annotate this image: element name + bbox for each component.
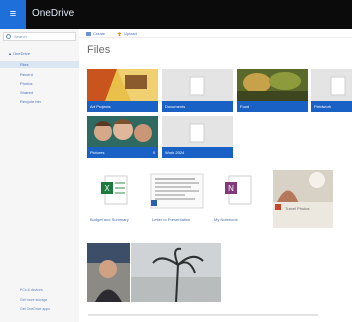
folder-name: Art Projects	[90, 104, 111, 109]
folder-name: Food	[240, 104, 250, 109]
folder-tile[interactable]: Food	[237, 69, 308, 112]
upload-button[interactable]: Upload	[117, 31, 137, 36]
file-name: Travel Photos	[285, 206, 310, 211]
sidebar-item-label: Recent	[20, 72, 33, 77]
folder-tile[interactable]: Art Projects	[87, 69, 158, 112]
sidebar-item-recycle-bin[interactable]: Recycle bin	[0, 98, 79, 105]
pcs-devices-link[interactable]: PCs & devices	[20, 288, 43, 292]
upload-icon	[117, 31, 122, 36]
file-name: Budget and Summary	[90, 217, 129, 222]
create-button[interactable]: Create	[86, 31, 105, 36]
photo-thumbnail	[131, 243, 221, 302]
sidebar-item-label: Files	[20, 62, 29, 67]
sidebar-item-photos[interactable]: Photos	[0, 80, 79, 87]
folder-tile[interactable]: Pictures 9	[87, 116, 158, 158]
folder-name: Documents	[165, 104, 186, 109]
upload-label: Upload	[124, 31, 137, 36]
get-apps-link[interactable]: Get OneDrive apps	[20, 307, 50, 311]
sidebar-item-label: Recycle bin	[20, 99, 41, 104]
file-tile[interactable]: N My Notebook	[211, 170, 271, 228]
footer-divider	[88, 314, 318, 316]
photo-tile[interactable]	[131, 243, 221, 302]
search-placeholder: Search	[14, 34, 27, 39]
folder-name: Pictures	[90, 150, 105, 155]
svg-text:X: X	[104, 184, 110, 193]
get-storage-link[interactable]: Get more storage	[20, 298, 47, 302]
app-title[interactable]: OneDrive	[32, 8, 74, 19]
folder-tile[interactable]: Fieldwork	[311, 69, 352, 112]
folder-tile[interactable]: Work 2024	[162, 116, 233, 158]
page-title: Files	[87, 44, 111, 56]
sidebar-item-shared[interactable]: Shared	[0, 89, 79, 96]
sidebar-item-label: Photos	[20, 81, 33, 86]
photo-thumbnail	[87, 243, 130, 302]
app-launcher-button[interactable]: ≡	[0, 0, 26, 29]
sidebar-item-label: Shared	[20, 90, 33, 95]
sidebar-item-label: ▲ OneDrive	[8, 51, 30, 56]
powerpoint-thumbnail	[273, 170, 333, 228]
waffle-icon: ≡	[9, 8, 17, 20]
plus-icon	[86, 31, 91, 36]
sidebar-item-files[interactable]: Files	[0, 61, 79, 68]
file-name: My Notebook	[214, 217, 238, 222]
folder-tile[interactable]: Documents	[162, 69, 233, 112]
svg-text:N: N	[228, 184, 234, 193]
search-icon	[6, 34, 11, 39]
folder-name: Fieldwork	[314, 104, 332, 109]
sidebar: Search ▲ OneDrive Files Recent Photos Sh…	[0, 29, 79, 322]
item-count: 9	[152, 150, 155, 155]
file-tile[interactable]: Travel Photos	[273, 170, 333, 228]
sidebar-item-recent[interactable]: Recent	[0, 71, 79, 78]
folder-name: Work 2024	[165, 150, 185, 155]
create-label: Create	[93, 31, 106, 36]
file-tile[interactable]: X Budget and Summary	[87, 170, 147, 228]
file-tile[interactable]: Letter to Presentation	[149, 170, 209, 228]
search-box[interactable]: Search	[3, 32, 76, 41]
sidebar-item-onedrive[interactable]: ▲ OneDrive	[0, 50, 79, 57]
photo-tile[interactable]	[87, 243, 130, 302]
command-bar: Create Upload	[79, 29, 352, 38]
file-name: Letter to Presentation	[152, 217, 191, 222]
top-bar: ≡ OneDrive	[0, 0, 352, 29]
